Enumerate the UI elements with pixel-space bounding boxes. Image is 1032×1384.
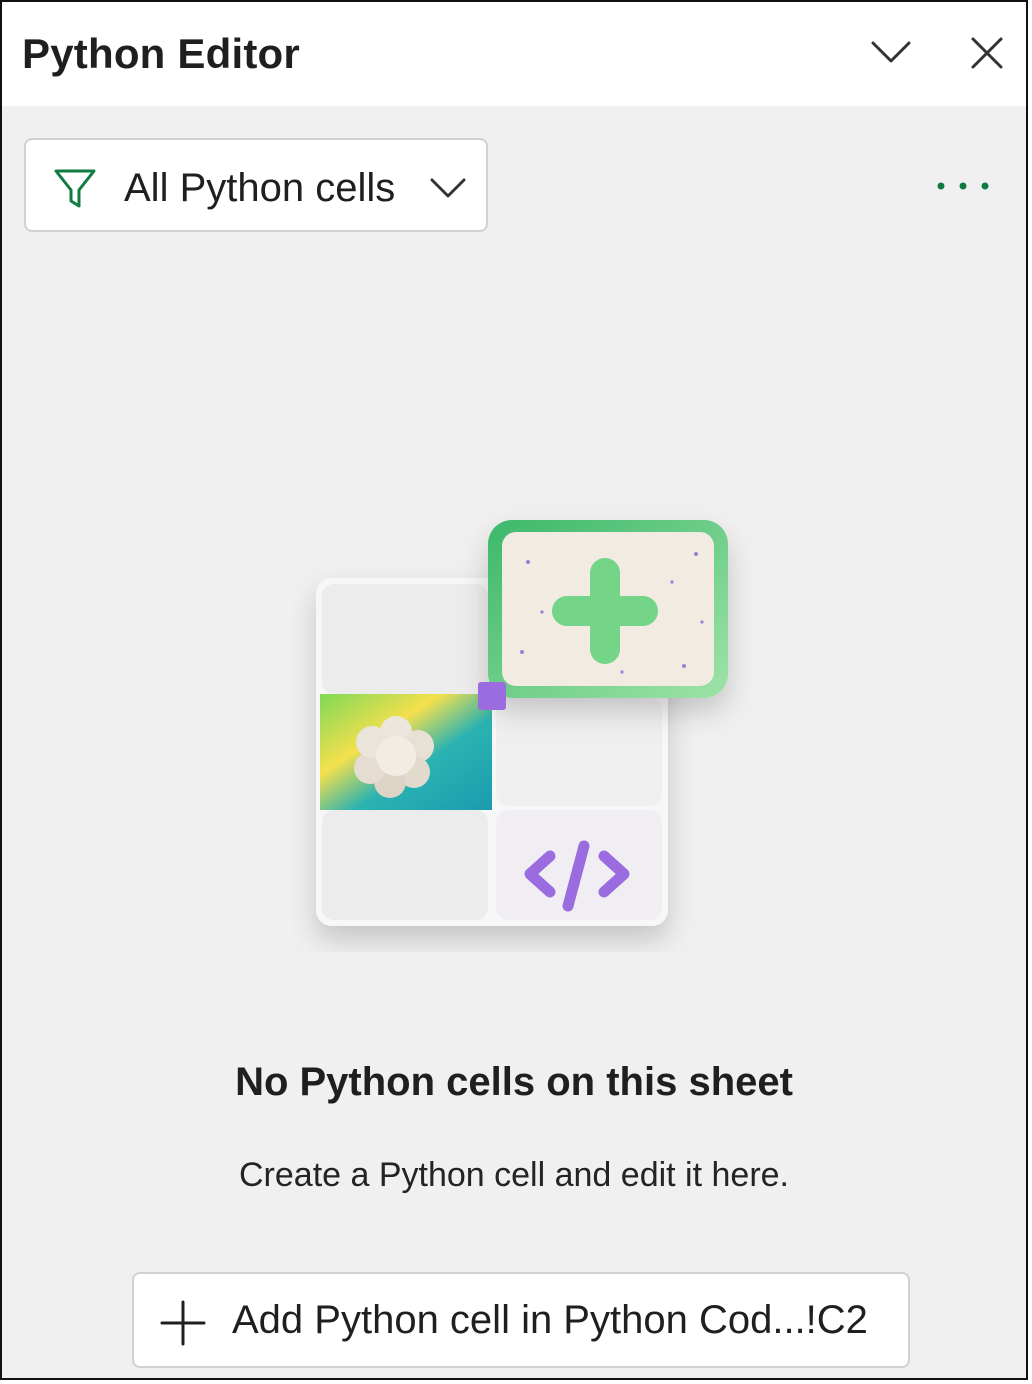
python-editor-pane: Python Editor All Python cells No Python… [0,0,1028,1380]
add-python-cell-button[interactable]: Add Python cell in Python Cod...!C2 [132,1272,910,1368]
empty-state-illustration [316,520,728,926]
close-icon [971,37,1003,69]
plus-icon [160,1300,206,1346]
empty-state-subtitle: Create a Python cell and edit it here. [239,1156,789,1194]
pane-header: Python Editor [2,2,1026,106]
more-options-button[interactable] [928,164,998,208]
chevron-down-icon [871,41,911,63]
add-python-cell-label: Add Python cell in Python Cod...!C2 [232,1298,868,1342]
pane-title: Python Editor [22,30,300,77]
chevron-down-icon [430,178,466,198]
filter-label: All Python cells [124,166,396,210]
empty-state-title: No Python cells on this sheet [235,1060,793,1104]
close-pane-button[interactable] [962,28,1012,78]
filter-icon [54,169,96,208]
collapse-pane-button[interactable] [866,28,916,78]
cell-filter-dropdown[interactable]: All Python cells [24,138,488,232]
more-options-icon [937,182,989,190]
